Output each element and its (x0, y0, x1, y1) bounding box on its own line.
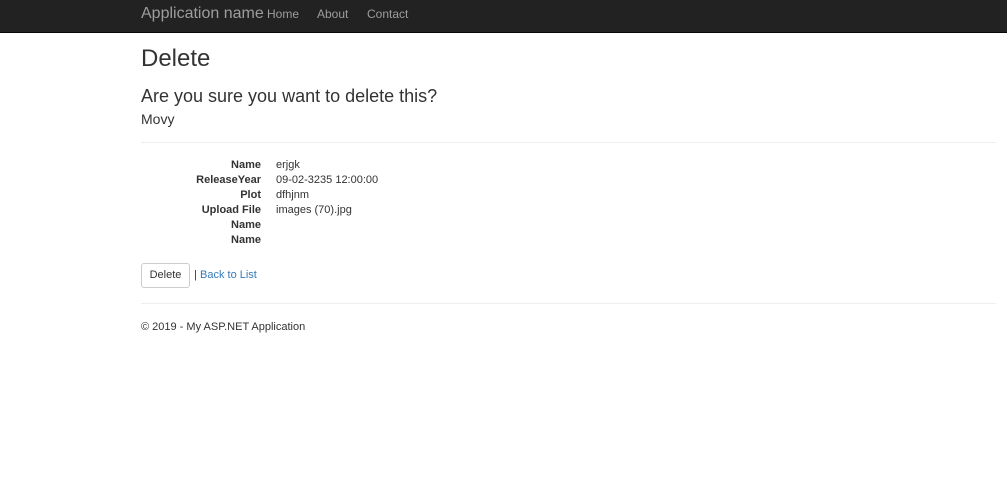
detail-label: Name (231, 219, 261, 231)
footer: © 2019 - My ASP.NET Application (141, 320, 305, 334)
detail-label: Plot (240, 189, 261, 201)
detail-label: Name (231, 159, 261, 171)
confirm-question: Are you sure you want to delete this? (141, 86, 438, 106)
detail-value: images (70).jpg (276, 204, 352, 216)
nav-link-home[interactable]: Home (267, 7, 299, 21)
detail-row: Name (141, 233, 641, 248)
footer-divider (141, 303, 996, 304)
detail-value: 09-02-3235 12:00:00 (276, 174, 379, 186)
details-list: Name erjgk ReleaseYear 09-02-3235 12:00:… (141, 158, 641, 248)
detail-row: ReleaseYear 09-02-3235 12:00:00 (141, 173, 641, 188)
back-to-list-link[interactable]: Back to List (200, 268, 257, 282)
detail-label: Upload File (201, 204, 261, 216)
nav-link-about[interactable]: About (317, 7, 348, 21)
brand-link[interactable]: Application name (141, 5, 264, 23)
nav-link-contact[interactable]: Contact (367, 7, 408, 21)
footer-copyright: © 2019 - My ASP.NET Application (141, 321, 306, 333)
detail-row: Plot dfhjnm (141, 188, 641, 203)
detail-row: Name erjgk (141, 158, 641, 173)
detail-row: Upload File images (70).jpg (141, 203, 641, 218)
detail-row: Name (141, 218, 641, 233)
action-separator: | (194, 269, 197, 281)
detail-value: erjgk (276, 159, 300, 171)
page-title: Delete (141, 45, 211, 72)
detail-value: dfhjnm (276, 189, 310, 201)
entity-name: Movy (141, 111, 175, 127)
divider (141, 142, 996, 143)
delete-button[interactable]: Delete (141, 263, 190, 288)
detail-label: ReleaseYear (196, 174, 261, 186)
detail-label: Name (231, 234, 261, 246)
top-navbar: Application name Home About Contact (0, 0, 1007, 33)
